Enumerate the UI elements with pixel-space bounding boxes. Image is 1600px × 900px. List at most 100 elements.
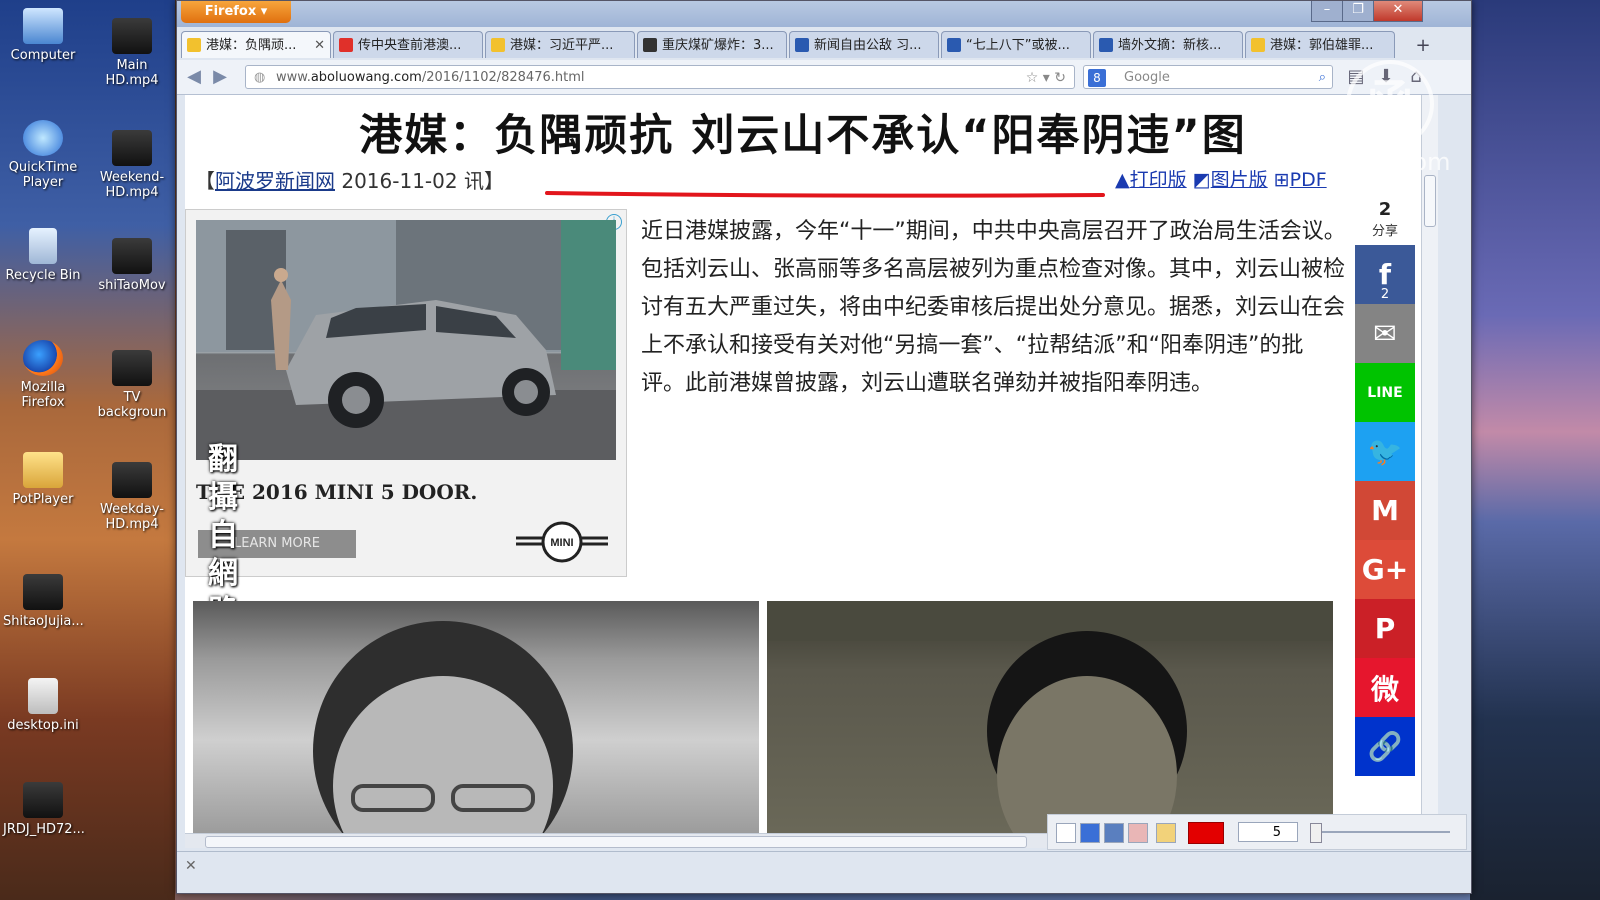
minimize-button[interactable]: – (1311, 1, 1343, 22)
tab-label: 新闻自由公敌 习... (814, 38, 922, 53)
quicktime-icon (23, 120, 63, 156)
desktop-icon[interactable]: shiTaoMov (92, 238, 172, 293)
google-plus-share-button[interactable]: G+ (1355, 540, 1415, 599)
desktop-icon[interactable]: Computer (3, 8, 83, 63)
tab-2[interactable]: 传中央查前港澳... (333, 31, 483, 58)
desktop-icon[interactable]: Recycle Bin (3, 228, 83, 283)
gmail-share-button[interactable]: M (1355, 481, 1415, 540)
desktop-icon[interactable]: ShitaoJujia... (3, 574, 84, 629)
print-version-link[interactable]: 打印版 (1130, 169, 1187, 191)
search-placeholder: Google (1124, 70, 1170, 85)
recycle-bin-icon (29, 228, 57, 264)
close-addon-bar-icon[interactable]: ✕ (185, 858, 197, 874)
email-icon: ✉ (1373, 317, 1397, 350)
desktop-icon[interactable]: Weekend- HD.mp4 (92, 130, 172, 200)
bookmark-star-icon[interactable]: ☆ (1026, 70, 1039, 86)
desktop-icon[interactable]: PotPlayer (3, 452, 83, 507)
close-window-button[interactable]: ✕ (1373, 1, 1423, 22)
desktop-icon-label: Weekday- HD.mp4 (100, 502, 164, 532)
pen-size-slider[interactable] (1310, 823, 1450, 843)
desktop-icon-label: Mozilla Firefox (20, 380, 66, 410)
pinterest-share-button[interactable]: P (1355, 599, 1415, 658)
horizontal-scroll-thumb[interactable] (205, 836, 1027, 848)
ad-car-illustration (196, 220, 616, 460)
article-body: 近日港媒披露，今年“十一”期间，中共中央高层召开了政治局生活会议。包括刘云山、张… (641, 219, 1346, 396)
globe-icon: ◍ (254, 70, 266, 85)
new-tab-button[interactable]: + (1409, 33, 1437, 58)
photo-liu-yunshan[interactable] (767, 601, 1333, 833)
tab-8[interactable]: 港媒：郭伯雄罪... (1245, 31, 1395, 58)
mini-logo-icon: MINI (516, 521, 608, 563)
search-magnifier-icon[interactable]: ⌕ (1319, 66, 1326, 90)
video-file-icon (23, 574, 63, 610)
pdf-icon: ⊞ (1273, 169, 1290, 191)
tab-favicon-icon (339, 38, 353, 52)
tab-6[interactable]: “七上八下”或被... (941, 31, 1091, 58)
ntdtv-seal-logo: 函 (1346, 60, 1434, 148)
desktop-icon-label: Recycle Bin (5, 268, 81, 283)
copy-link-share-button[interactable]: 🔗 (1355, 717, 1415, 776)
slider-knob[interactable] (1310, 823, 1322, 843)
twitter-share-button[interactable]: 🐦 (1355, 422, 1415, 481)
tab-3[interactable]: 港媒：习近平严... (485, 31, 635, 58)
pen-color-swatch[interactable] (1188, 822, 1224, 844)
desktop-icon-label: Weekend- HD.mp4 (99, 170, 165, 200)
new-icon[interactable] (1056, 823, 1076, 843)
pdf-link[interactable]: PDF (1290, 169, 1327, 191)
weibo-share-button[interactable]: 微 (1355, 658, 1415, 717)
forward-arrow-icon[interactable]: ▶ (209, 66, 231, 88)
desktop-icon[interactable]: QuickTime Player (3, 120, 83, 190)
tab-label: 重庆煤矿爆炸：3... (662, 38, 774, 53)
google-search-icon[interactable]: 8 (1088, 69, 1106, 87)
tab-label: 传中央查前港澳... (358, 38, 462, 53)
navigation-bar: ◀ ▶ ◍ www.aboluowang.com/2016/1102/82847… (177, 60, 1471, 95)
maximize-button[interactable]: ❐ (1342, 1, 1374, 22)
desktop-icon-label: Computer (10, 48, 76, 63)
ntdtv-watermark: 函 ntdtv.com (1330, 60, 1451, 176)
desktop-icon[interactable]: TV backgroun (92, 350, 172, 420)
google-plus-icon: G+ (1361, 553, 1409, 586)
search-bar[interactable]: 8 Google ⌕ (1083, 65, 1333, 89)
tab-5[interactable]: 新闻自由公敌 习... (789, 31, 939, 58)
desktop-icon[interactable]: JRDJ_HD72... (3, 782, 85, 837)
reload-icon[interactable]: ↻ (1054, 70, 1066, 86)
desktop-icon[interactable]: Main HD.mp4 (92, 18, 172, 88)
eraser-icon[interactable] (1128, 823, 1148, 843)
photo-zhang-gaoli[interactable] (193, 601, 759, 833)
facebook-share-button[interactable]: f2 (1355, 245, 1415, 304)
camera-icon[interactable] (1104, 823, 1124, 843)
url-domain: aboluowang.com (310, 70, 422, 85)
tab-favicon-icon (643, 38, 657, 52)
portrait-left (313, 621, 573, 833)
article-headline: 港媒：负隅顽抗 刘云山不承认“阳奉阴违”图 (359, 111, 1247, 161)
save-icon[interactable] (1080, 823, 1100, 843)
horizontal-scrollbar[interactable] (185, 833, 1055, 848)
tab-1[interactable]: 港媒：负隅顽... ✕ (181, 31, 331, 58)
tab-4[interactable]: 重庆煤矿爆炸：3... (637, 31, 787, 58)
source-link[interactable]: 阿波罗新闻网 (215, 169, 335, 193)
dropdown-icon[interactable]: ▾ (1043, 70, 1050, 86)
pen-size-input[interactable]: 5 (1238, 822, 1298, 842)
share-label: 分享 (1371, 224, 1398, 239)
firefox-icon (23, 340, 63, 376)
vertical-scrollbar[interactable] (1421, 95, 1438, 833)
email-share-button[interactable]: ✉ (1355, 304, 1415, 363)
tab-strip: + 港媒：负隅顽... ✕ 传中央查前港澳... 港媒：习近平严... 重庆煤矿爆炸：3… (177, 29, 1471, 59)
back-arrow-icon[interactable]: ◀ (183, 66, 205, 88)
url-bar[interactable]: ◍ www.aboluowang.com/2016/1102/828476.ht… (245, 65, 1075, 89)
ad-car-photo[interactable] (196, 220, 616, 460)
image-version-link[interactable]: 图片版 (1211, 169, 1268, 191)
desktop-icon[interactable]: Mozilla Firefox (3, 340, 83, 410)
pen-icon[interactable] (1156, 823, 1176, 843)
desktop-icon[interactable]: Weekday- HD.mp4 (92, 462, 172, 532)
source-bracket: 【 (195, 169, 215, 193)
line-share-button[interactable]: LINE (1355, 363, 1415, 422)
tab-label: “七上八下”或被... (966, 38, 1070, 53)
desktop-icon[interactable]: desktop.ini (3, 678, 83, 733)
firefox-menu-button[interactable]: Firefox ▾ (181, 1, 291, 23)
share-bar: 2 分享 f 2 ✉ LINE 🐦 M G+ P 微 🔗 (1355, 199, 1415, 776)
mini-ad[interactable]: i THE 2016 MINI 5 DOOR. (185, 209, 627, 577)
close-tab-icon[interactable]: ✕ (314, 32, 325, 58)
vertical-scroll-thumb[interactable] (1424, 175, 1436, 227)
tab-7[interactable]: 墙外文摘：新核... (1093, 31, 1243, 58)
